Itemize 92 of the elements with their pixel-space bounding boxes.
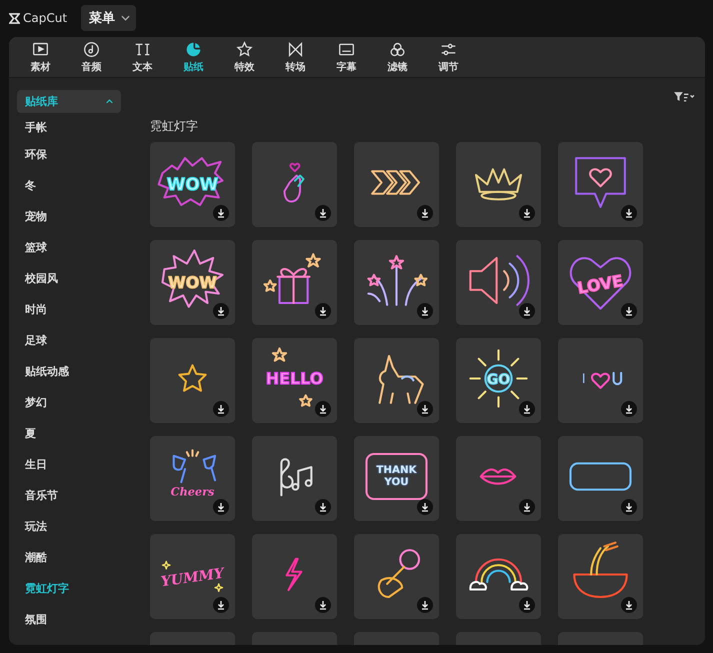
- download-icon[interactable]: [417, 401, 433, 417]
- glasses-sticker-drawing: Cheers: [155, 439, 230, 514]
- sticker-tile[interactable]: THANK YOU: [354, 436, 439, 521]
- category-item[interactable]: 手帐: [17, 115, 138, 139]
- tab[interactable]: 调节: [423, 37, 474, 77]
- section-title: 霓虹灯字: [150, 118, 199, 135]
- sticker-tile[interactable]: YUMMY: [150, 534, 235, 619]
- sticker-tile[interactable]: WOW: [150, 142, 235, 227]
- category-item[interactable]: 篮球: [17, 232, 138, 263]
- download-icon[interactable]: [519, 205, 535, 221]
- yummy-sticker-drawing: YUMMY: [155, 537, 230, 612]
- category-item[interactable]: 时尚: [17, 294, 138, 325]
- tab[interactable]: 素材: [15, 37, 66, 77]
- logo-icon: [9, 12, 20, 24]
- download-icon[interactable]: [621, 597, 637, 613]
- sticker-tile[interactable]: I: [558, 338, 643, 423]
- tab[interactable]: 贴纸: [168, 37, 219, 77]
- download-icon[interactable]: [315, 597, 331, 613]
- sun-sticker-drawing: GO: [461, 341, 536, 416]
- sticker-tile[interactable]: [456, 436, 541, 521]
- word-sticker-drawing: HELLO: [257, 341, 332, 416]
- category-item[interactable]: 玩法: [17, 511, 138, 542]
- tab[interactable]: 字幕: [321, 37, 372, 77]
- iloveu-sticker-drawing: I: [563, 341, 638, 416]
- download-icon[interactable]: [213, 205, 229, 221]
- category-item[interactable]: 夏: [17, 418, 138, 449]
- download-icon[interactable]: [315, 499, 331, 515]
- sticker-tile[interactable]: [456, 240, 541, 325]
- sticker-tile[interactable]: [456, 534, 541, 619]
- download-icon[interactable]: [519, 499, 535, 515]
- category-item[interactable]: 宠物: [17, 201, 138, 232]
- sticker-tile[interactable]: [150, 338, 235, 423]
- download-icon[interactable]: [315, 205, 331, 221]
- tab[interactable]: 滤镜: [372, 37, 423, 77]
- category-item[interactable]: 潮酷: [17, 542, 138, 573]
- category-item[interactable]: 音乐节: [17, 480, 138, 511]
- category-item[interactable]: 环保: [17, 139, 138, 170]
- bowtie-icon: [287, 40, 304, 58]
- download-icon[interactable]: [213, 303, 229, 319]
- filter-icon[interactable]: [673, 90, 695, 102]
- sticker-tile[interactable]: [354, 240, 439, 325]
- category-item[interactable]: 冬: [17, 170, 138, 201]
- download-icon[interactable]: [315, 401, 331, 417]
- download-icon[interactable]: [519, 303, 535, 319]
- download-icon[interactable]: [417, 597, 433, 613]
- sticker-tile[interactable]: [252, 534, 337, 619]
- note-icon: [83, 40, 100, 58]
- download-icon[interactable]: [315, 303, 331, 319]
- sticker-tile[interactable]: [558, 142, 643, 227]
- category-item[interactable]: 贴纸动感: [17, 356, 138, 387]
- sticker-tile[interactable]: [354, 338, 439, 423]
- tab[interactable]: 特效: [219, 37, 270, 77]
- sticker-tile[interactable]: [558, 436, 643, 521]
- chevron-down-icon: [121, 15, 130, 21]
- sticker-tile[interactable]: [252, 142, 337, 227]
- menu-dropdown[interactable]: 菜单: [81, 5, 136, 31]
- download-icon[interactable]: [621, 303, 637, 319]
- sticker-tile[interactable]: [252, 240, 337, 325]
- download-icon[interactable]: [417, 205, 433, 221]
- category-item[interactable]: 霓虹灯字: [17, 573, 138, 604]
- category-item[interactable]: 校园风: [17, 263, 138, 294]
- logo-text: CapCut: [23, 11, 68, 25]
- category-item[interactable]: 生日: [17, 449, 138, 480]
- sticker-tile[interactable]: GO: [456, 338, 541, 423]
- download-icon[interactable]: [417, 499, 433, 515]
- download-icon[interactable]: [621, 499, 637, 515]
- category-item[interactable]: 梦幻: [17, 387, 138, 418]
- category-item[interactable]: 足球: [17, 325, 138, 356]
- category-header[interactable]: 贴纸库: [17, 90, 121, 113]
- sticker-tile[interactable]: [252, 436, 337, 521]
- tab[interactable]: 文本: [117, 37, 168, 77]
- download-icon[interactable]: [213, 597, 229, 613]
- download-icon[interactable]: [213, 499, 229, 515]
- clover-icon: [389, 40, 406, 58]
- sticker-tile[interactable]: [354, 534, 439, 619]
- sticker-tile[interactable]: [456, 142, 541, 227]
- sticker-icon: [185, 40, 202, 58]
- download-icon[interactable]: [621, 205, 637, 221]
- sticker-tile[interactable]: [354, 142, 439, 227]
- sticker-tile[interactable]: [558, 534, 643, 619]
- download-icon[interactable]: [519, 597, 535, 613]
- play-icon: [32, 40, 49, 58]
- sticker-tile[interactable]: HELLO: [252, 338, 337, 423]
- sticker-tile[interactable]: LOVE: [558, 240, 643, 325]
- sticker-tile[interactable]: Cheers: [150, 436, 235, 521]
- category-item[interactable]: 氛围: [17, 604, 138, 635]
- download-icon[interactable]: [519, 401, 535, 417]
- tab[interactable]: 转场: [270, 37, 321, 77]
- download-icon[interactable]: [213, 401, 229, 417]
- tab[interactable]: 音频: [66, 37, 117, 77]
- download-icon[interactable]: [417, 303, 433, 319]
- download-icon[interactable]: [621, 401, 637, 417]
